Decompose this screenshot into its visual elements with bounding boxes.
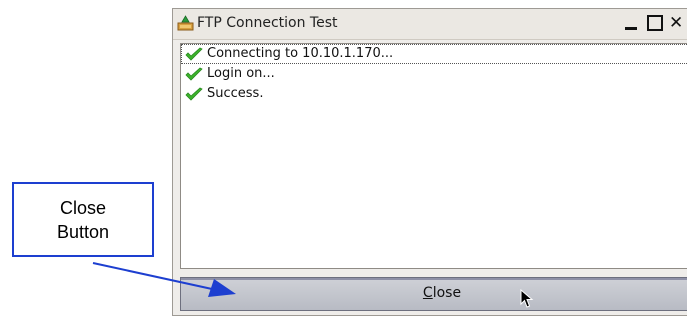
list-item-label: Success. <box>207 86 264 101</box>
check-icon <box>185 47 203 61</box>
app-icon <box>177 15 194 31</box>
list-item-label: Connecting to 10.10.1.170... <box>207 46 394 61</box>
list-item[interactable]: Login on... <box>181 64 687 84</box>
ftp-test-dialog: FTP Connection Test ✕ Connecting to 10.1… <box>172 8 687 316</box>
close-button-label: lose <box>432 285 462 301</box>
close-button-accel: C <box>422 285 433 301</box>
check-icon <box>185 67 203 81</box>
title-bar[interactable]: FTP Connection Test ✕ <box>173 9 687 40</box>
mouse-pointer-icon <box>520 289 534 308</box>
close-icon[interactable]: ✕ <box>669 15 685 32</box>
minimize-icon[interactable] <box>623 15 639 31</box>
maximize-icon[interactable] <box>647 15 663 31</box>
log-list[interactable]: Connecting to 10.10.1.170... Login on...… <box>180 43 687 269</box>
window-title: FTP Connection Test <box>197 15 338 31</box>
annotation-callout: Close Button <box>12 182 154 257</box>
check-icon <box>185 87 203 101</box>
annotation-text: Close Button <box>56 197 110 242</box>
list-item[interactable]: Connecting to 10.10.1.170... <box>181 44 687 64</box>
close-button[interactable]: Close <box>180 277 687 311</box>
list-item-label: Login on... <box>207 66 275 81</box>
list-item[interactable]: Success. <box>181 84 687 104</box>
